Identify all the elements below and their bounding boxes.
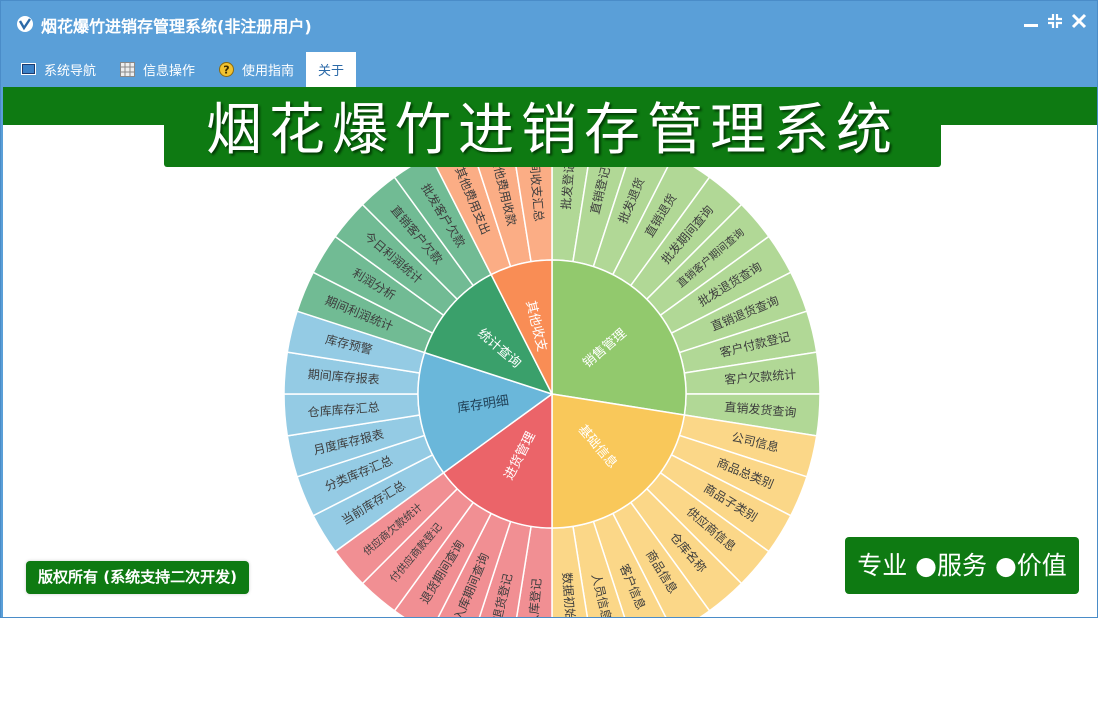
app-logo-icon [17,16,33,32]
close-icon[interactable] [1071,13,1087,29]
main-content: 批发登记 直销登记 批发退货 直销退货 批发期间查询 直销客户期间查询 批发退货查询 直销退货… [3,87,1097,617]
title-bar[interactable]: 烟花爆竹进销存管理系统(非注册用户) [1,1,1097,47]
menu-bar: 系统导航 信息操作 ? 使用指南 关于 [9,52,357,87]
help-icon: ? [219,62,235,77]
menu-item-label: 信息操作 [143,64,196,79]
banner-title: 烟花爆竹进销存管理系统 [164,95,941,167]
menu-item-info-ops[interactable]: 信息操作 [108,52,207,87]
slogan-badge: 专业 ●服务 ●价值 [845,537,1079,594]
menu-item-label: 关于 [318,64,345,79]
svg-text:?: ? [223,64,229,77]
app-window: 烟花爆竹进销存管理系统(非注册用户) 系统导航 信息操作 ? 使用指南 关于 批… [0,0,1098,618]
grid-icon [120,62,136,77]
window-title: 烟花爆竹进销存管理系统(非注册用户) [41,17,312,36]
monitor-icon [21,62,36,77]
menu-item-system-nav[interactable]: 系统导航 [9,52,108,87]
menu-item-user-guide[interactable]: ? 使用指南 [207,52,306,87]
restore-icon[interactable] [1047,13,1063,29]
menu-item-about[interactable]: 关于 [306,52,357,87]
menu-item-label: 使用指南 [242,64,295,79]
menu-item-label: 系统导航 [44,64,97,79]
copyright-badge: 版权所有 (系统支持二次开发) [26,561,249,594]
minimize-icon[interactable] [1023,13,1039,29]
